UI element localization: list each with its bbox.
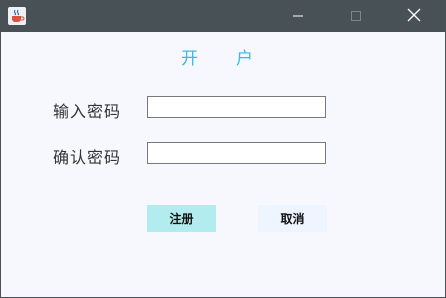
- heading-char-left: 开: [181, 48, 198, 69]
- close-button[interactable]: [391, 1, 437, 32]
- password-field[interactable]: [147, 96, 326, 118]
- heading-char-right: 户: [236, 48, 253, 69]
- java-cup-icon: [8, 7, 26, 25]
- cancel-button[interactable]: 取消: [258, 205, 327, 232]
- maximize-icon: [350, 7, 362, 26]
- minimize-button[interactable]: [275, 1, 321, 32]
- form-heading: 开 户: [145, 44, 289, 69]
- maximize-button[interactable]: [333, 1, 379, 32]
- confirm-password-field[interactable]: [147, 142, 326, 164]
- app-window: 开 户 输入密码 确认密码 注册 取消: [0, 0, 446, 298]
- register-button[interactable]: 注册: [147, 205, 216, 232]
- password-label: 输入密码: [53, 102, 122, 121]
- minimize-icon: [292, 7, 304, 26]
- close-icon: [407, 7, 421, 26]
- title-bar[interactable]: [1, 1, 445, 32]
- confirm-password-label: 确认密码: [53, 148, 122, 167]
